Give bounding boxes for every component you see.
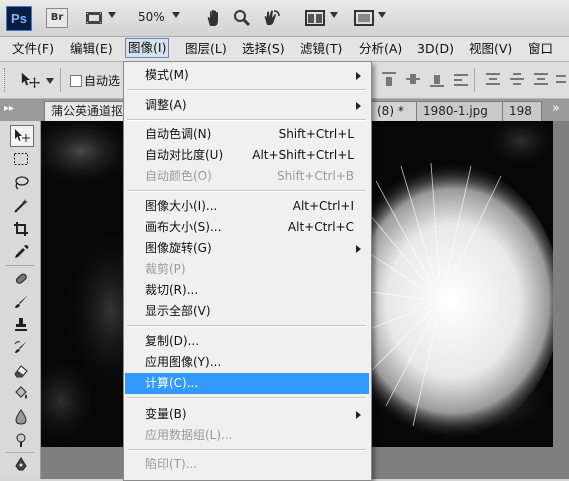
blur-tool-icon[interactable] bbox=[10, 407, 32, 427]
distribute-vcenter-icon[interactable] bbox=[510, 71, 524, 87]
screen-mode-icon[interactable] bbox=[354, 8, 374, 28]
submenu-arrow-icon bbox=[356, 102, 361, 110]
pen-tool-icon[interactable] bbox=[10, 455, 32, 475]
distribute-bottom-icon[interactable] bbox=[534, 71, 548, 87]
lasso-tool-icon[interactable] bbox=[10, 173, 32, 193]
menu-filter[interactable]: 滤镜(T) bbox=[300, 40, 342, 58]
move-tool-icon[interactable] bbox=[20, 70, 40, 90]
menu-item-trim[interactable]: 裁切(R)... bbox=[125, 280, 369, 301]
submenu-arrow-icon bbox=[356, 411, 361, 419]
chevron-down-icon[interactable] bbox=[378, 12, 386, 18]
chevron-down-icon[interactable] bbox=[46, 78, 54, 84]
menu-item-image-rotation[interactable]: 图像旋转(G) bbox=[125, 238, 369, 259]
menu-bar: 文件(F) 编辑(E) 图像(I) 图层(L) 选择(S) 滤镜(T) 分析(A… bbox=[0, 37, 569, 62]
separator bbox=[60, 68, 61, 92]
submenu-arrow-icon bbox=[356, 72, 361, 80]
dodge-tool-icon[interactable] bbox=[10, 430, 32, 450]
auto-select-checkbox[interactable] bbox=[70, 75, 82, 87]
separator bbox=[474, 68, 475, 92]
menu-view[interactable]: 视图(V) bbox=[469, 40, 512, 58]
marquee-tool-icon[interactable] bbox=[10, 149, 32, 169]
rotate-view-icon[interactable] bbox=[262, 8, 282, 28]
menu-item-auto-tone[interactable]: 自动色调(N) Shift+Ctrl+L bbox=[125, 124, 369, 145]
menu-item-crop: 裁剪(P) bbox=[145, 262, 186, 276]
menu-item-reveal-all[interactable]: 显示全部(V) bbox=[125, 301, 369, 322]
distribute-left-icon[interactable] bbox=[556, 71, 569, 87]
menu-item-mode[interactable]: 模式(M) bbox=[125, 65, 369, 86]
tab-document-2[interactable]: (8) * bbox=[370, 101, 420, 121]
eyedropper-icon[interactable] bbox=[10, 242, 32, 262]
menu-window[interactable]: 窗口 bbox=[528, 40, 553, 58]
menu-analysis[interactable]: 分析(A) bbox=[359, 40, 402, 58]
crop-tool-icon[interactable] bbox=[10, 219, 32, 239]
tab-document-3[interactable]: 1980-1.jpg bbox=[416, 101, 506, 121]
application-bar: Ps Br 50% bbox=[0, 0, 569, 37]
auto-select-label: 自动选 bbox=[84, 74, 121, 88]
align-left-icon[interactable] bbox=[454, 71, 468, 87]
menu-item-calculations[interactable]: 计算(C)... bbox=[125, 373, 369, 394]
move-tool-icon[interactable] bbox=[10, 125, 34, 147]
menu-item-image-size[interactable]: 图像大小(I)... Alt+Ctrl+I bbox=[125, 196, 369, 217]
menu-3d[interactable]: 3D(D) bbox=[417, 40, 454, 58]
eraser-icon[interactable] bbox=[10, 361, 32, 381]
hand-icon[interactable] bbox=[204, 8, 224, 28]
align-vcenter-icon[interactable] bbox=[406, 71, 420, 87]
toolbox-separator bbox=[6, 265, 34, 266]
panel-collapse-icon[interactable]: ▸▸ bbox=[4, 103, 14, 114]
clone-stamp-icon[interactable] bbox=[10, 315, 32, 335]
submenu-arrow-icon bbox=[356, 245, 361, 253]
distribute-top-icon[interactable] bbox=[486, 71, 500, 87]
zoom-icon[interactable] bbox=[232, 8, 252, 28]
menu-separator bbox=[127, 397, 366, 399]
tab-overflow-button[interactable]: » bbox=[552, 101, 560, 116]
menu-item-adjustments[interactable]: 调整(A) bbox=[125, 95, 369, 116]
menu-item-duplicate[interactable]: 复制(D)... bbox=[125, 331, 369, 352]
align-bottom-icon[interactable] bbox=[430, 71, 444, 87]
align-top-icon[interactable] bbox=[382, 71, 396, 87]
menu-item-variables[interactable]: 变量(B) bbox=[125, 404, 369, 425]
menu-select[interactable]: 选择(S) bbox=[242, 40, 285, 58]
chevron-down-icon[interactable] bbox=[108, 12, 116, 18]
brush-tool-icon[interactable] bbox=[10, 292, 32, 312]
menu-layer[interactable]: 图层(L) bbox=[185, 40, 227, 58]
menu-item-auto-color: 自动颜色(O) Shift+Ctrl+B bbox=[145, 169, 354, 183]
chevron-down-icon[interactable] bbox=[172, 12, 180, 18]
magic-wand-icon[interactable] bbox=[10, 196, 32, 216]
arrange-documents-icon[interactable] bbox=[305, 8, 325, 28]
menu-separator bbox=[127, 119, 366, 121]
menu-image[interactable]: 图像(I) bbox=[125, 38, 170, 58]
menu-separator bbox=[127, 325, 366, 327]
options-grip[interactable] bbox=[4, 68, 8, 92]
chevron-down-icon[interactable] bbox=[330, 12, 338, 18]
menu-item-apply-image[interactable]: 应用图像(Y)... bbox=[125, 352, 369, 373]
toolbox-separator bbox=[6, 452, 34, 453]
tab-document-4[interactable]: 198 bbox=[502, 101, 542, 121]
menu-item-trap: 陷印(T)... bbox=[145, 457, 198, 471]
menu-file[interactable]: 文件(F) bbox=[12, 40, 54, 58]
menu-separator bbox=[127, 190, 366, 192]
toolbox bbox=[0, 121, 41, 479]
paint-bucket-icon[interactable] bbox=[10, 384, 32, 404]
zoom-level[interactable]: 50% bbox=[138, 10, 165, 24]
image-menu-dropdown: 模式(M) 调整(A) 自动色调(N) Shift+Ctrl+L 自动对比度(U)… bbox=[123, 61, 372, 481]
menu-item-canvas-size[interactable]: 画布大小(S)... Alt+Ctrl+C bbox=[125, 217, 369, 238]
history-brush-icon[interactable] bbox=[10, 338, 32, 358]
canvas-pasteboard-right bbox=[553, 121, 569, 479]
menu-separator bbox=[127, 89, 366, 91]
menu-item-auto-contrast[interactable]: 自动对比度(U) Alt+Shift+Ctrl+L bbox=[125, 145, 369, 166]
bridge-logo[interactable]: Br bbox=[46, 8, 68, 28]
film-strip-icon[interactable] bbox=[84, 8, 104, 28]
menu-edit[interactable]: 编辑(E) bbox=[70, 40, 113, 58]
photoshop-logo: Ps bbox=[6, 6, 32, 31]
menu-item-apply-data-set: 应用数据组(L)... bbox=[145, 428, 233, 442]
menu-separator bbox=[127, 449, 366, 451]
healing-brush-icon[interactable] bbox=[10, 269, 32, 289]
